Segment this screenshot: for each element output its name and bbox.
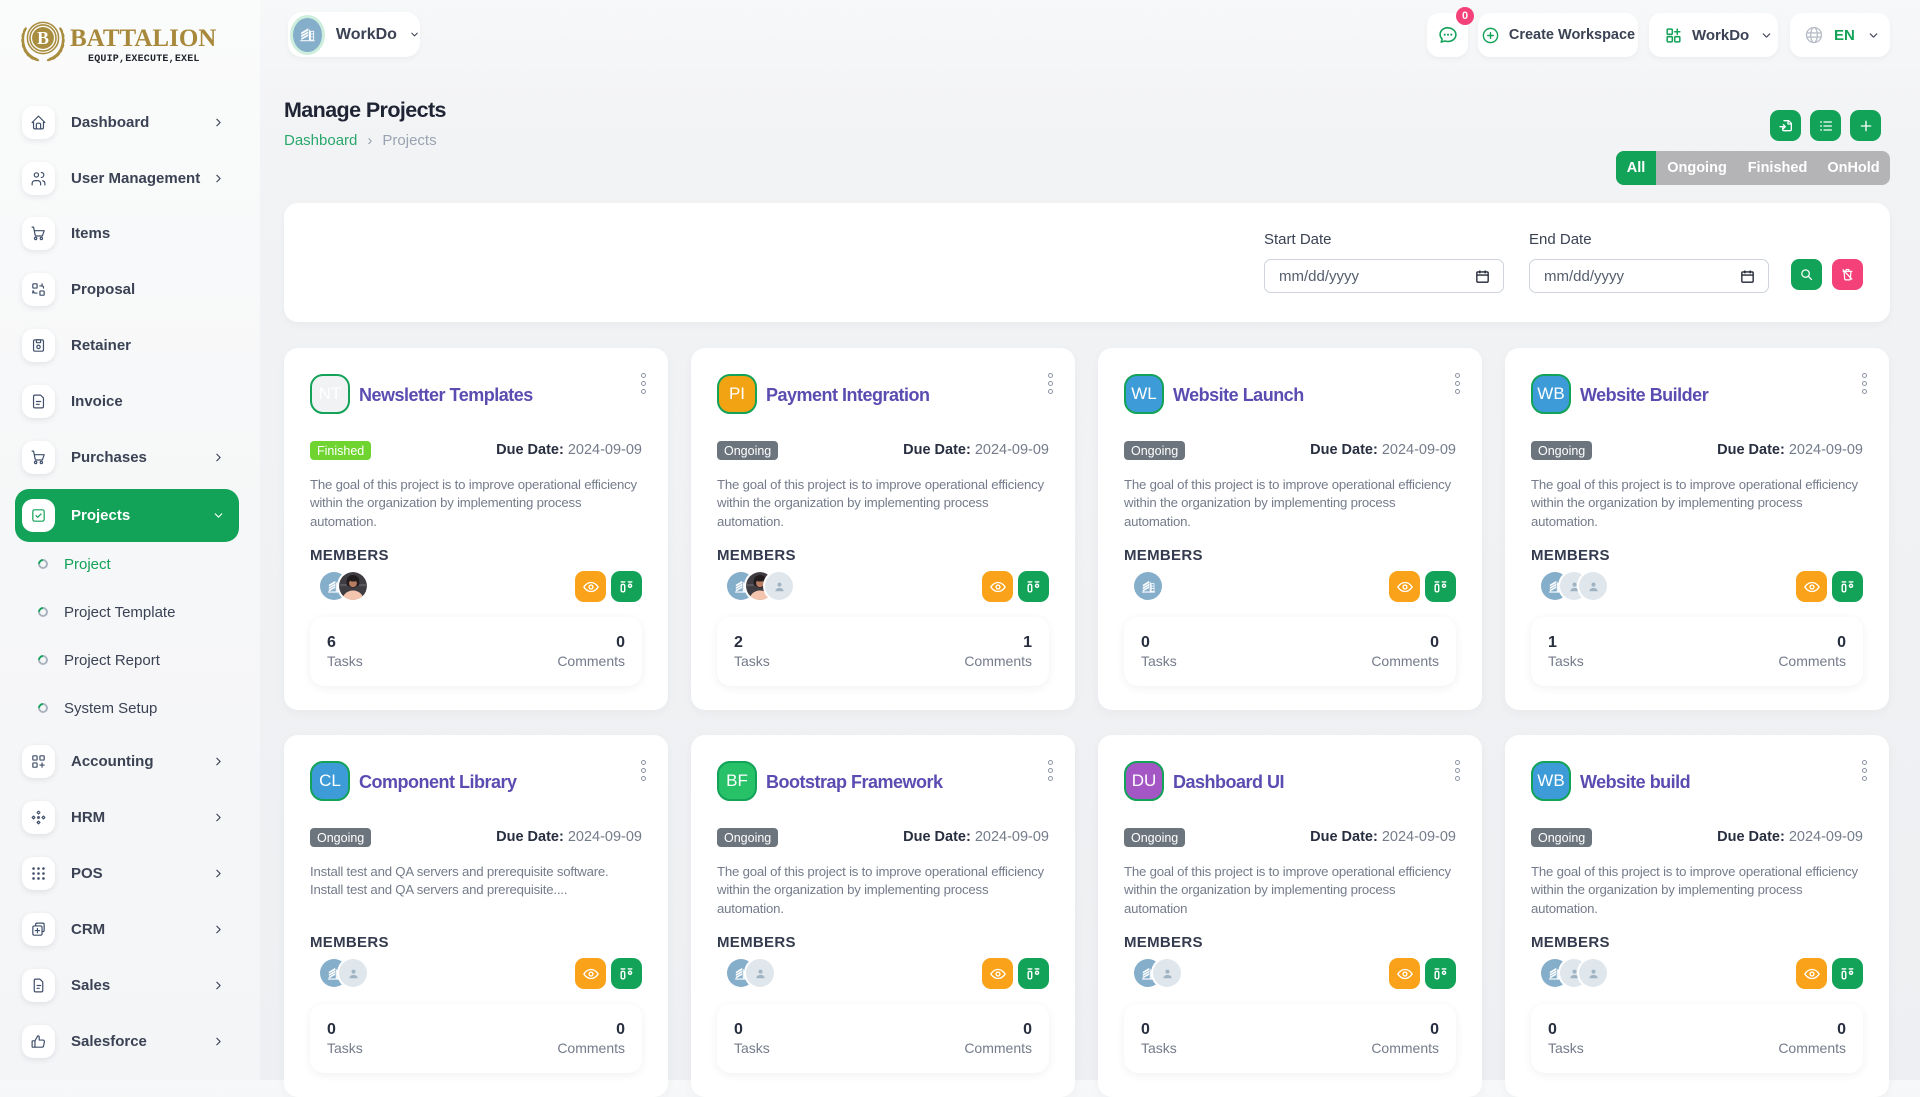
svg-text:B: B <box>37 28 49 48</box>
